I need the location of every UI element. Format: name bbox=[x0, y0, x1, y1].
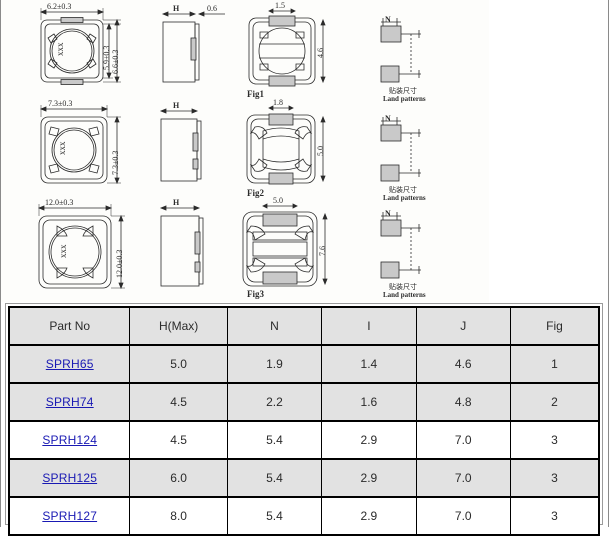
fig-cell: 2 bbox=[509, 382, 600, 422]
i-cell: 2.9 bbox=[321, 496, 417, 536]
fig2-top-width-label: 7.3±0.3 bbox=[48, 99, 72, 108]
part-link-sprh127[interactable]: SPRH127 bbox=[42, 509, 97, 523]
fig-cell: 3 bbox=[509, 420, 600, 460]
column-header-h-max: H(Max) bbox=[129, 306, 228, 346]
fig3-outer-height-label: 12.0±0.3 bbox=[115, 250, 124, 278]
part-link-sprh125[interactable]: SPRH125 bbox=[42, 471, 97, 485]
part-no-cell[interactable]: SPRH125 bbox=[8, 458, 131, 498]
fig3-land-n-label: N bbox=[385, 209, 391, 218]
j-cell: 7.0 bbox=[415, 496, 511, 536]
fig-cell: 3 bbox=[509, 458, 600, 498]
j-cell: 7.0 bbox=[415, 420, 511, 460]
j-cell: 4.6 bbox=[415, 344, 511, 384]
fig1-side-pad-label: 0.6 bbox=[207, 4, 217, 13]
fig2-land-caption-cn: 贴装尺寸 bbox=[389, 185, 417, 194]
fig3-caption: Fig3 bbox=[247, 289, 264, 299]
part-no-cell[interactable]: SPRH74 bbox=[8, 382, 131, 422]
fig3-body-mark: xxx bbox=[58, 244, 68, 258]
h-max-cell: 4.5 bbox=[129, 382, 228, 422]
column-header-fig: Fig bbox=[509, 306, 600, 346]
column-header-i: I bbox=[321, 306, 417, 346]
fig2-outer-height-label: 7.3±0.3 bbox=[111, 151, 120, 175]
i-cell: 2.9 bbox=[321, 420, 417, 460]
h-max-cell: 5.0 bbox=[129, 344, 228, 384]
j-cell: 7.0 bbox=[415, 458, 511, 498]
h-max-cell: 8.0 bbox=[129, 496, 228, 536]
table-header-row: Part No H(Max) N I J Fig bbox=[8, 306, 600, 346]
n-cell: 2.2 bbox=[226, 382, 323, 422]
fig1-pad-width-label: 1.5 bbox=[275, 1, 285, 10]
fig1-land-caption-cn: 贴装尺寸 bbox=[389, 86, 417, 95]
fig3-land-caption-cn: 贴装尺寸 bbox=[389, 282, 417, 291]
spec-table-container: Part No H(Max) N I J Fig SPRH65 5.0 1.9 … bbox=[5, 303, 603, 536]
h-max-cell: 6.0 bbox=[129, 458, 228, 498]
table-row: SPRH127 8.0 5.4 2.9 7.0 3 bbox=[8, 496, 600, 536]
j-cell: 4.8 bbox=[415, 382, 511, 422]
fig2-pad-height-label: 5.0 bbox=[316, 146, 325, 156]
package-drawings-panel: 6.2±0.3 5.9±0.3 6.6±0.3 H 0.6 1.5 4.6 N … bbox=[1, 0, 489, 302]
n-cell: 5.4 bbox=[226, 496, 323, 536]
fig1-inner-height-label: 5.9±0.3 bbox=[102, 46, 111, 70]
fig2-pad-width-label: 1.8 bbox=[273, 98, 283, 107]
fig3-side-h-label: H bbox=[173, 198, 180, 207]
fig1-drawing: 6.2±0.3 5.9±0.3 6.6±0.3 H 0.6 1.5 4.6 N … bbox=[39, 1, 426, 103]
fig-cell: 3 bbox=[509, 496, 600, 536]
fig3-land-caption-en: Land patterns bbox=[383, 291, 426, 299]
part-link-sprh74[interactable]: SPRH74 bbox=[46, 395, 94, 409]
part-link-sprh124[interactable]: SPRH124 bbox=[42, 433, 97, 447]
n-cell: 1.9 bbox=[226, 344, 323, 384]
column-header-part-no: Part No bbox=[8, 306, 131, 346]
table-row: SPRH74 4.5 2.2 1.6 4.8 2 bbox=[8, 382, 600, 422]
fig3-top-width-label: 12.0±0.3 bbox=[45, 198, 73, 207]
i-cell: 1.6 bbox=[321, 382, 417, 422]
fig1-body-mark: xxx bbox=[55, 42, 65, 56]
fig2-side-h-label: H bbox=[173, 101, 180, 110]
part-no-cell[interactable]: SPRH124 bbox=[8, 420, 131, 460]
i-cell: 1.4 bbox=[321, 344, 417, 384]
n-cell: 5.4 bbox=[226, 420, 323, 460]
h-max-cell: 4.5 bbox=[129, 420, 228, 460]
fig1-outer-height-label: 6.6±0.3 bbox=[111, 50, 120, 74]
fig2-body-mark: xxx bbox=[57, 141, 67, 155]
fig1-pad-height-label: 4.6 bbox=[316, 48, 325, 58]
fig2-drawing: 7.3±0.3 7.3±0.3 H 1.8 5.0 N Fig2 贴装尺寸 La… bbox=[39, 98, 426, 202]
table-row: SPRH124 4.5 5.4 2.9 7.0 3 bbox=[8, 420, 600, 460]
n-cell: 5.4 bbox=[226, 458, 323, 498]
fig-cell: 1 bbox=[509, 344, 600, 384]
figure-group-fig3: 12.0±0.3 12.0±0.3 H 5.0 7.6 N Fig3 贴装尺寸 … bbox=[1, 196, 489, 299]
fig2-land-n-label: N bbox=[385, 114, 391, 123]
fig3-drawing: 12.0±0.3 12.0±0.3 H 5.0 7.6 N Fig3 贴装尺寸 … bbox=[37, 196, 426, 299]
i-cell: 2.9 bbox=[321, 458, 417, 498]
figure-group-fig1: 6.2±0.3 5.9±0.3 6.6±0.3 H 0.6 1.5 4.6 N … bbox=[1, 0, 489, 103]
fig3-pad-width-label: 5.0 bbox=[273, 196, 283, 205]
figure-group-fig2: 7.3±0.3 7.3±0.3 H 1.8 5.0 N Fig2 贴装尺寸 La… bbox=[1, 97, 489, 202]
table-row: SPRH125 6.0 5.4 2.9 7.0 3 bbox=[8, 458, 600, 498]
part-link-sprh65[interactable]: SPRH65 bbox=[46, 357, 94, 371]
fig1-side-h-label: H bbox=[173, 4, 180, 13]
column-header-j: J bbox=[415, 306, 511, 346]
fig3-pad-height-label: 7.6 bbox=[318, 246, 327, 256]
fig1-top-width-label: 6.2±0.3 bbox=[47, 2, 71, 11]
spec-table: Part No H(Max) N I J Fig SPRH65 5.0 1.9 … bbox=[8, 306, 600, 536]
column-header-n: N bbox=[226, 306, 323, 346]
part-no-cell[interactable]: SPRH127 bbox=[8, 496, 131, 536]
part-no-cell[interactable]: SPRH65 bbox=[8, 344, 131, 384]
fig1-land-n-label: N bbox=[385, 15, 391, 24]
table-row: SPRH65 5.0 1.9 1.4 4.6 1 bbox=[8, 344, 600, 384]
